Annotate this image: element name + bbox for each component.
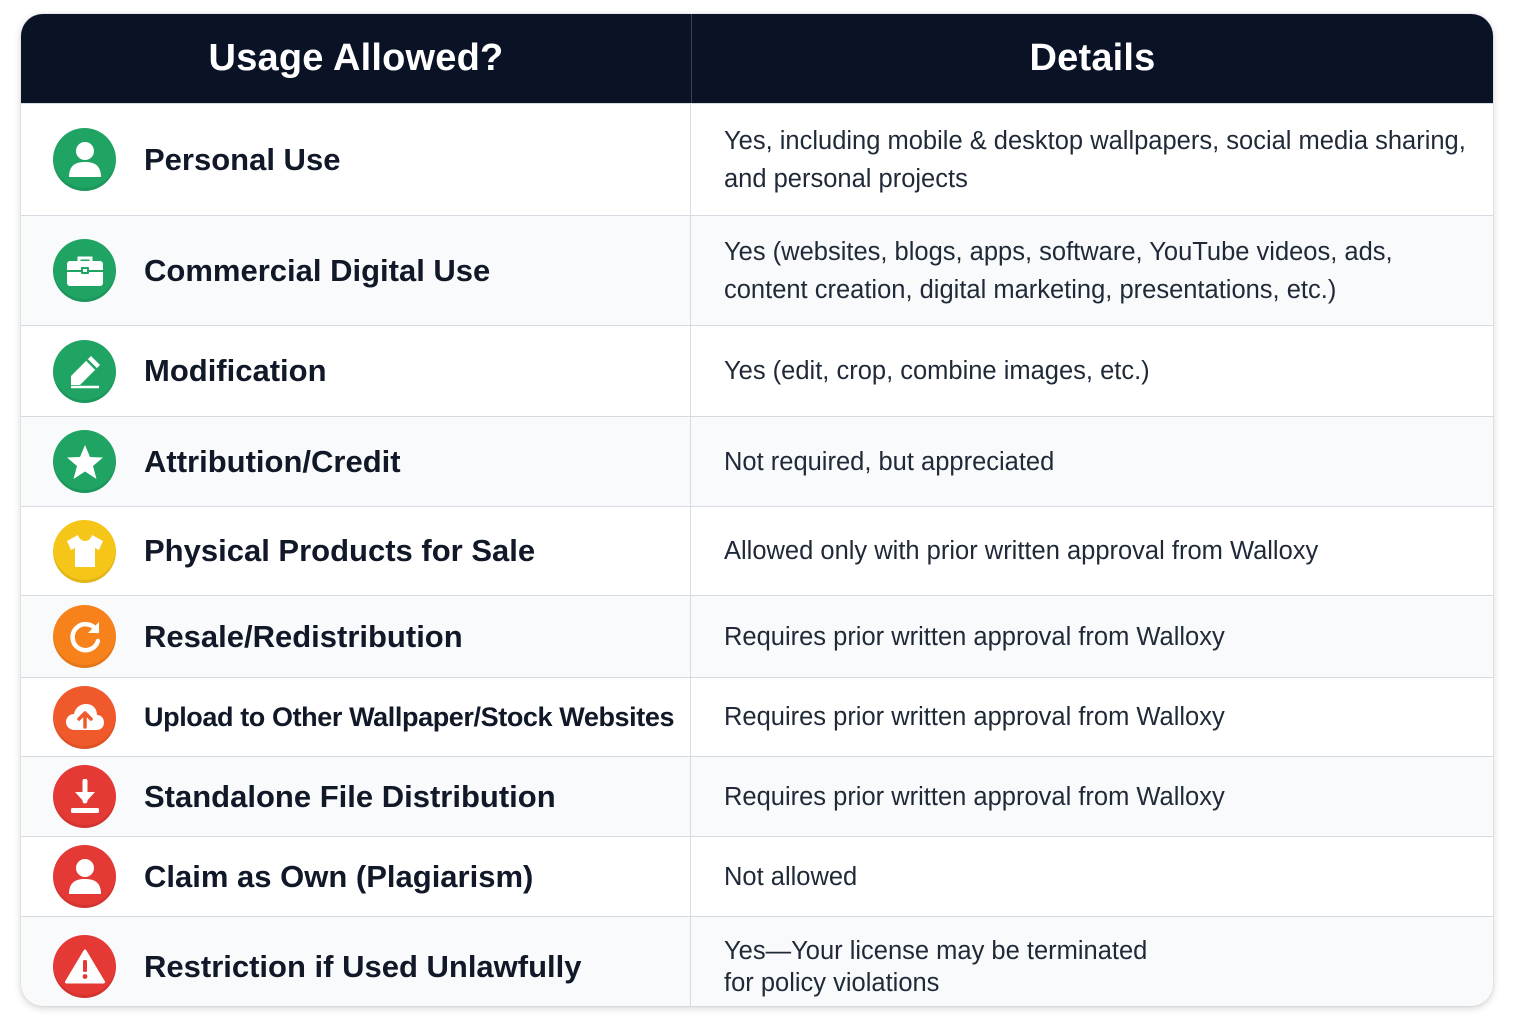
detail-text: Allowed only with prior written approval… — [724, 537, 1319, 565]
table-row: Commercial Digital Use Yes (websites, bl… — [21, 215, 1493, 325]
detail-line: Yes—Your license may be terminated — [724, 936, 1148, 965]
table-row: Standalone File Distribution Requires pr… — [21, 756, 1493, 836]
usage-label: Commercial Digital Use — [144, 252, 491, 288]
usage-label: Personal Use — [144, 141, 341, 177]
cloud-upload-icon — [53, 685, 116, 749]
table-header: Usage Allowed? Details — [21, 14, 1493, 103]
person-icon — [53, 845, 116, 908]
person-icon — [53, 128, 116, 191]
usage-label: Claim as Own (Plagiarism) — [144, 858, 534, 894]
detail-text: Requires prior written approval from Wal… — [724, 622, 1225, 651]
table-row: Resale/Redistribution Requires prior wri… — [21, 595, 1493, 677]
usage-label: Upload to Other Wallpaper/Stock Websites — [144, 701, 675, 732]
usage-label: Physical Products for Sale — [144, 533, 536, 568]
star-icon — [53, 430, 116, 493]
detail-text: Yes (websites, blogs, apps, software, Yo… — [724, 237, 1393, 304]
detail-text: Requires prior written approval from Wal… — [724, 782, 1225, 811]
detail-text: Yes, including mobile & desktop wallpape… — [724, 126, 1466, 193]
warning-icon — [53, 935, 116, 998]
refresh-icon — [53, 605, 116, 668]
table-row: Attribution/Credit Not required, but app… — [21, 416, 1493, 506]
usage-label: Restriction if Used Unlawfully — [144, 948, 582, 984]
table-row: Restriction if Used Unlawfully Yes—Your … — [21, 916, 1493, 1006]
header-usage: Usage Allowed? — [21, 14, 692, 103]
briefcase-icon — [53, 239, 116, 302]
detail-text: Not required, but appreciated — [724, 447, 1055, 476]
usage-label: Attribution/Credit — [144, 443, 401, 479]
table-row: Claim as Own (Plagiarism) Not allowed — [21, 836, 1493, 916]
usage-label: Modification — [144, 353, 327, 388]
table-row: Upload to Other Wallpaper/Stock Websites… — [21, 677, 1493, 756]
table-row: Modification Yes (edit, crop, combine im… — [21, 325, 1493, 416]
download-icon — [53, 765, 116, 828]
detail-text: Requires prior written approval from Wal… — [724, 703, 1225, 731]
pencil-icon — [53, 339, 116, 403]
detail-text: Not allowed — [724, 862, 858, 891]
header-details: Details — [1029, 37, 1156, 79]
usage-label: Resale/Redistribution — [144, 618, 463, 654]
detail-text: Yes—Your license may be terminated for p… — [724, 935, 1147, 999]
tshirt-icon — [53, 519, 116, 583]
usage-table: Usage Allowed? Details Personal Use Yes,… — [21, 14, 1493, 1006]
usage-label: Standalone File Distribution — [144, 778, 556, 814]
detail-text: Yes (edit, crop, combine images, etc.) — [724, 357, 1150, 385]
table-row: Personal Use Yes, including mobile & des… — [21, 103, 1493, 215]
detail-line: for policy violations — [724, 968, 940, 997]
table-row: Physical Products for Sale Allowed only … — [21, 506, 1493, 595]
